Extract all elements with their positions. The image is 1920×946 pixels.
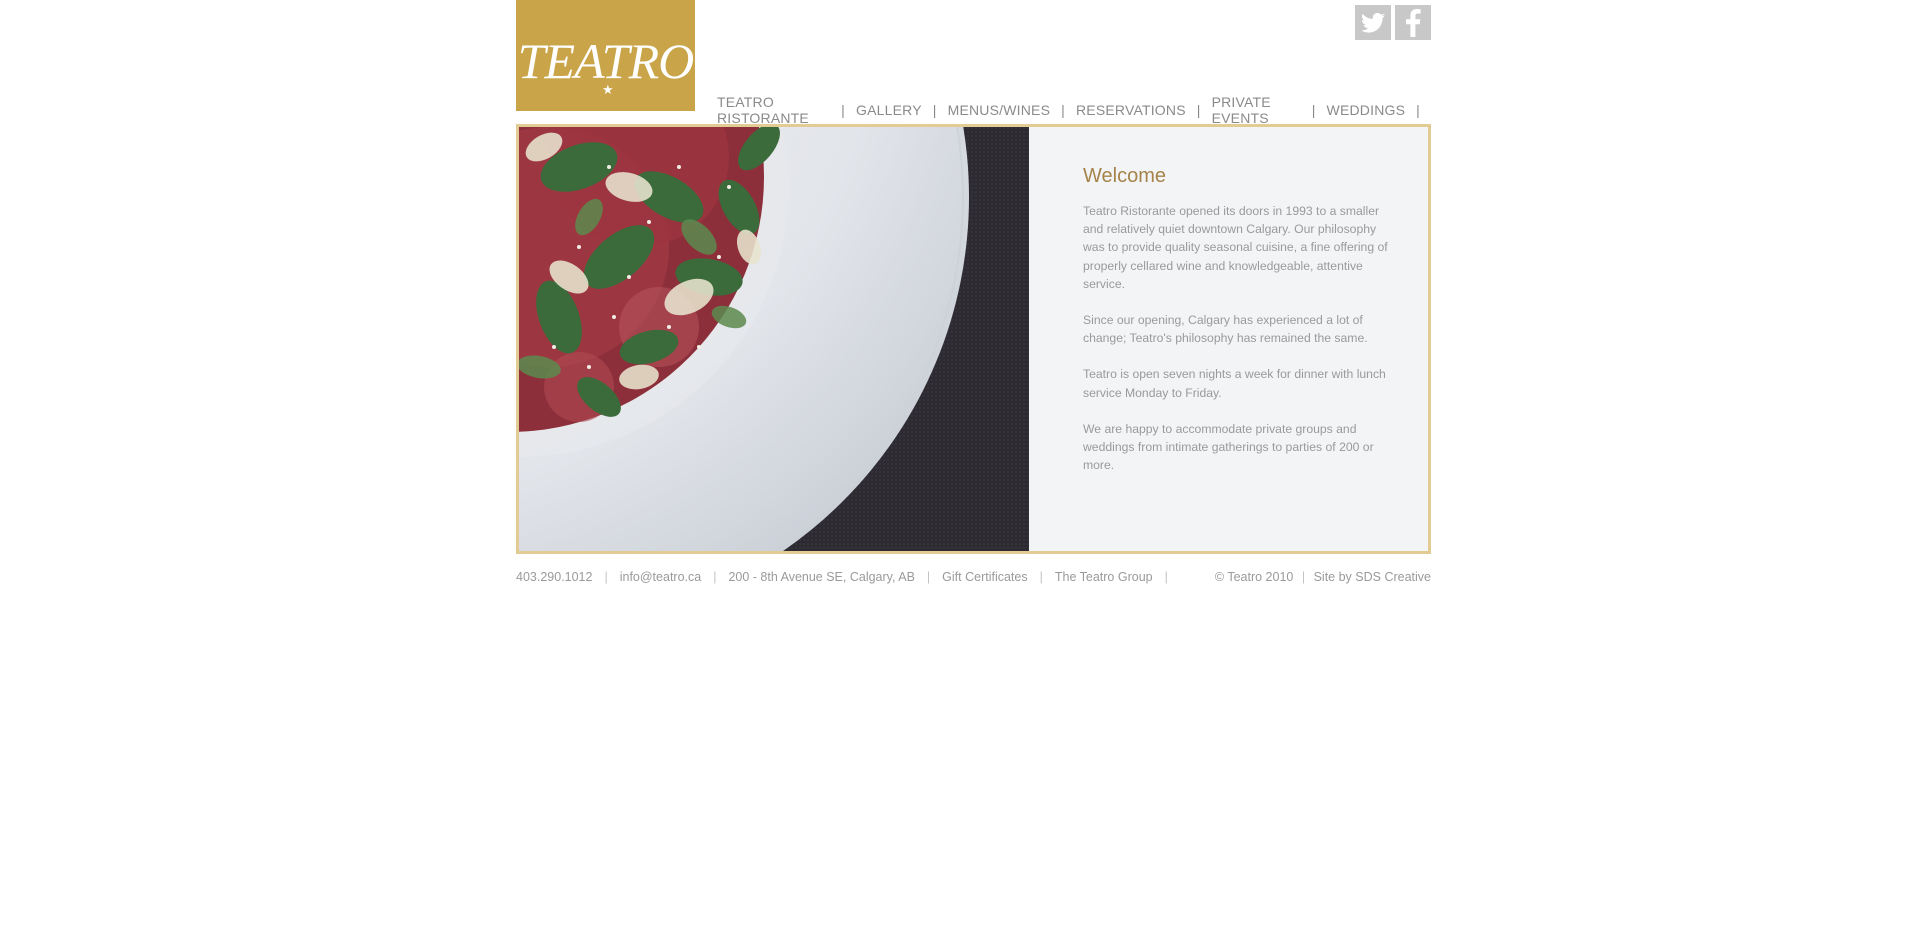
footer-phone: 403.290.1012 — [516, 570, 593, 584]
twitter-icon — [1361, 12, 1385, 33]
nav-item-reservations[interactable]: RESERVATIONS — [1076, 102, 1186, 118]
nav-separator: | — [1196, 102, 1201, 118]
page: TEATRO ★ TEATRO RISTORANTE | GALLERY | M… — [516, 0, 1431, 600]
nav-separator: | — [1311, 102, 1316, 118]
logo-text: TEATRO — [517, 32, 694, 89]
footer-separator: | — [1164, 570, 1168, 584]
footer-teatro-group-link[interactable]: The Teatro Group — [1055, 570, 1153, 584]
nav-separator: | — [932, 102, 937, 118]
facebook-button[interactable] — [1395, 5, 1431, 40]
logo-star-icon: ★ — [602, 82, 614, 97]
footer-copyright: © Teatro 2010 — [1214, 570, 1294, 584]
nav-item-weddings[interactable]: WEDDINGS — [1327, 102, 1406, 118]
nav-separator: | — [1416, 102, 1420, 118]
footer: 403.290.1012 | info@teatro.ca | 200 - 8t… — [516, 570, 1431, 584]
footer-credits: © Teatro 2010 | Site by SDS Creative — [1215, 570, 1431, 584]
social-links — [1355, 5, 1431, 40]
nav-separator: | — [1061, 102, 1065, 118]
welcome-paragraph: Teatro is open seven nights a week for d… — [1083, 367, 1386, 400]
welcome-paragraph: Teatro Ristorante opened its doors in 19… — [1083, 204, 1388, 291]
welcome-paragraph: We are happy to accommodate private grou… — [1083, 421, 1374, 473]
footer-separator: | — [604, 570, 608, 584]
footer-address-link[interactable]: 200 - 8th Avenue SE, Calgary, AB — [728, 570, 914, 584]
hero-food-image — [519, 127, 1029, 551]
twitter-button[interactable] — [1355, 5, 1391, 40]
welcome-section: Welcome Teatro Ristorante opened its doo… — [1083, 165, 1393, 492]
footer-links: 403.290.1012 | info@teatro.ca | 200 - 8t… — [516, 570, 1180, 584]
nav-item-gallery[interactable]: GALLERY — [856, 102, 922, 118]
footer-separator: | — [713, 570, 717, 584]
welcome-title: Welcome — [1083, 165, 1166, 187]
facebook-icon — [1406, 8, 1421, 37]
hero-panel: Welcome Teatro Ristorante opened its doo… — [516, 124, 1431, 554]
footer-separator: | — [926, 570, 931, 584]
footer-site-credit-link[interactable]: Site by SDS Creative — [1314, 570, 1431, 584]
footer-separator: | — [1301, 570, 1306, 584]
logo[interactable]: TEATRO ★ — [516, 0, 695, 111]
footer-separator: | — [1039, 570, 1043, 584]
main-nav: TEATRO RISTORANTE | GALLERY | MENUS/WINE… — [717, 94, 1431, 126]
nav-item-menus-wines[interactable]: MENUS/WINES — [948, 102, 1051, 118]
footer-gift-certificates-link[interactable]: Gift Certificates — [942, 570, 1027, 584]
nav-item-private-events[interactable]: PRIVATE EVENTS — [1212, 94, 1301, 126]
carpaccio-plate-illustration — [519, 127, 1029, 551]
nav-separator: | — [841, 102, 845, 118]
nav-item-teatro-ristorante[interactable]: TEATRO RISTORANTE — [717, 94, 830, 126]
welcome-paragraph: Since our opening, Calgary has experienc… — [1083, 313, 1368, 346]
footer-email-link[interactable]: info@teatro.ca — [620, 570, 701, 584]
